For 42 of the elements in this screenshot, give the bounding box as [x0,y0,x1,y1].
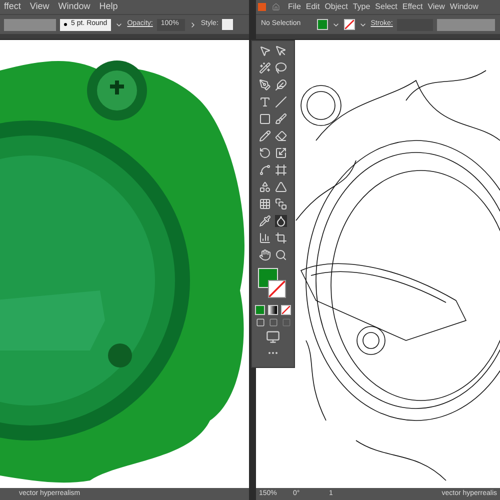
menu-item[interactable]: Effect [402,1,423,13]
fill-color-swatch[interactable] [316,19,328,30]
selection-arrow-icon[interactable] [259,45,271,57]
menu-item[interactable]: View [30,0,50,14]
scale-icon[interactable] [275,147,287,159]
graph-icon[interactable] [259,232,271,244]
stroke-color-swatch[interactable] [344,19,355,30]
line-icon[interactable] [275,96,287,108]
pencil-icon[interactable] [259,130,271,142]
shape-builder-icon[interactable] [259,181,271,193]
menu-item[interactable]: View [428,1,445,13]
gradient-button[interactable] [268,305,278,315]
screen-mode-icon[interactable] [266,330,280,344]
stroke-none-swatch[interactable] [268,280,286,298]
menu-item[interactable]: Window [450,1,478,13]
menu-item[interactable]: Edit [306,1,320,13]
feather-icon[interactable] [275,79,287,91]
menu-item[interactable]: File [288,1,301,13]
none-button[interactable] [281,305,291,315]
menu-item[interactable]: Window [58,0,90,14]
hand-icon[interactable] [259,249,271,261]
magic-wand-icon[interactable] [259,62,271,74]
pen-icon[interactable] [259,79,271,91]
menu-item[interactable]: Help [99,0,118,14]
rectangle-icon[interactable] [259,113,271,125]
eyedropper-icon[interactable] [259,215,271,227]
zoom-icon[interactable] [275,249,287,261]
style-swatch[interactable] [222,19,234,30]
menu-item[interactable]: ffect [4,0,21,14]
menu-item[interactable]: Object [324,1,348,13]
color-button[interactable] [255,305,265,315]
brush-field[interactable] [436,18,495,30]
stroke-weight-field[interactable] [4,18,56,30]
eraser-icon[interactable] [275,130,287,142]
type-icon[interactable] [259,96,271,108]
mesh-icon[interactable] [259,198,271,210]
direct-selection-arrow-icon[interactable] [275,45,287,57]
menu-item[interactable]: Select [375,1,398,13]
brush-icon[interactable] [275,113,287,125]
rotate-icon[interactable] [259,147,271,159]
lasso-icon[interactable] [275,62,287,74]
menu-item[interactable]: Type [352,1,370,13]
